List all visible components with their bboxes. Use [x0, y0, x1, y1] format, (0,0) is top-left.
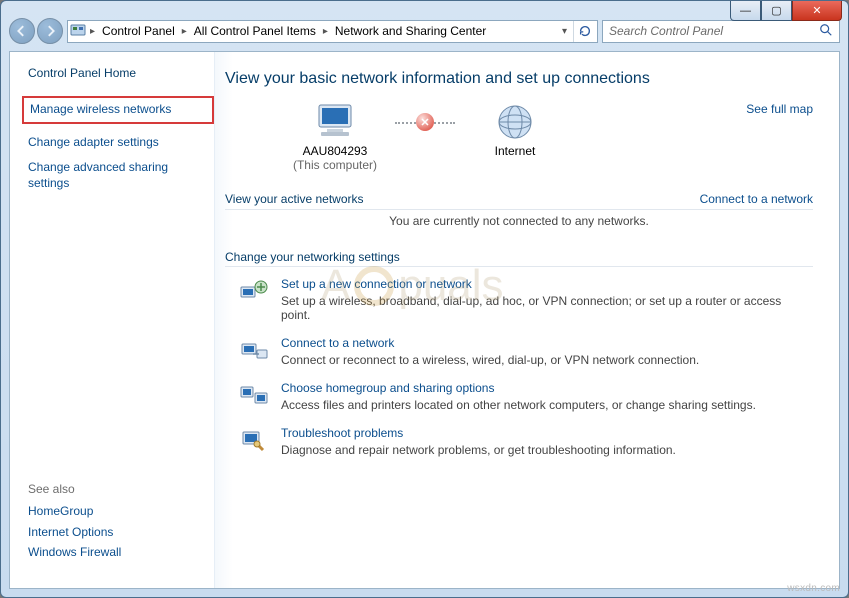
- maximize-button[interactable]: ▢: [761, 1, 792, 21]
- change-networking-header: Change your networking settings: [225, 250, 813, 267]
- search-icon[interactable]: [819, 23, 833, 40]
- connection-path: ✕: [395, 102, 455, 142]
- source-watermark: wsxdn.com: [787, 583, 840, 594]
- content-pane: ? Control Panel Home Manage wireless net…: [9, 51, 840, 589]
- see-also-header: See also: [28, 482, 208, 496]
- forward-arrow-icon: [44, 25, 56, 37]
- setup-connection-link[interactable]: Set up a new connection or network: [281, 277, 813, 291]
- troubleshoot-option[interactable]: Troubleshoot problems Diagnose and repai…: [239, 426, 813, 457]
- computer-icon: [312, 102, 358, 142]
- chevron-icon[interactable]: ▸: [180, 26, 189, 37]
- refresh-button[interactable]: [573, 21, 595, 42]
- search-placeholder: Search Control Panel: [609, 24, 723, 38]
- active-networks-header: View your active networks: [225, 192, 364, 206]
- address-bar-dropdown[interactable]: ▾: [562, 26, 571, 37]
- not-connected-message: You are currently not connected to any n…: [225, 214, 813, 228]
- windows-firewall-link[interactable]: Windows Firewall: [28, 545, 188, 561]
- internet-label: Internet: [495, 144, 536, 158]
- breadcrumb-all-items[interactable]: All Control Panel Items: [191, 24, 319, 38]
- back-arrow-icon: [16, 25, 28, 37]
- this-computer-node[interactable]: AAU804293 (This computer): [275, 102, 395, 172]
- setup-connection-option[interactable]: Set up a new connection or network Set u…: [239, 277, 813, 322]
- globe-icon: [492, 102, 538, 142]
- breadcrumb-control-panel[interactable]: Control Panel: [99, 24, 178, 38]
- active-networks-row: View your active networks Connect to a n…: [225, 192, 813, 210]
- homegroup-icon: [239, 381, 269, 411]
- internet-node[interactable]: Internet: [455, 102, 575, 158]
- chevron-icon[interactable]: ▸: [88, 26, 97, 37]
- breadcrumb-network-sharing[interactable]: Network and Sharing Center: [332, 24, 489, 38]
- address-bar-row: ▸ Control Panel ▸ All Control Panel Item…: [9, 15, 840, 47]
- refresh-icon: [578, 24, 592, 38]
- page-title: View your basic network information and …: [225, 70, 813, 88]
- forward-button[interactable]: [37, 18, 63, 44]
- window-controls: — ▢ ✕: [730, 1, 842, 21]
- control-panel-icon: [70, 23, 86, 39]
- chevron-icon[interactable]: ▸: [321, 26, 330, 37]
- connect-network-icon: [239, 336, 269, 366]
- homegroup-option-link[interactable]: Choose homegroup and sharing options: [281, 381, 813, 395]
- setup-connection-desc: Set up a wireless, broadband, dial-up, a…: [281, 294, 813, 322]
- main-pane: View your basic network information and …: [214, 52, 839, 588]
- change-advanced-sharing-link[interactable]: Change advanced sharing settings: [28, 160, 188, 191]
- search-input[interactable]: Search Control Panel: [602, 20, 840, 43]
- this-computer-sublabel: (This computer): [293, 158, 377, 172]
- setup-connection-icon: [239, 277, 269, 307]
- sidebar: Control Panel Home Manage wireless netwo…: [10, 52, 214, 588]
- internet-options-link[interactable]: Internet Options: [28, 525, 188, 541]
- close-button[interactable]: ✕: [792, 1, 842, 21]
- homegroup-option-desc: Access files and printers located on oth…: [281, 398, 813, 412]
- window-frame: — ▢ ✕ ▸ Control Panel ▸ All Control Pane…: [0, 0, 849, 598]
- back-button[interactable]: [9, 18, 35, 44]
- manage-wireless-link[interactable]: Manage wireless networks: [30, 102, 190, 118]
- see-also-section: See also HomeGroup Internet Options Wind…: [28, 482, 208, 566]
- troubleshoot-icon: [239, 426, 269, 456]
- network-map: AAU804293 (This computer) ✕ Internet: [275, 102, 813, 172]
- address-bar[interactable]: ▸ Control Panel ▸ All Control Panel Item…: [67, 20, 598, 43]
- homegroup-link[interactable]: HomeGroup: [28, 504, 188, 520]
- connect-to-network-link[interactable]: Connect to a network: [700, 192, 813, 206]
- connect-network-option[interactable]: Connect to a network Connect or reconnec…: [239, 336, 813, 367]
- troubleshoot-link[interactable]: Troubleshoot problems: [281, 426, 813, 440]
- control-panel-home-link[interactable]: Control Panel Home: [28, 66, 208, 80]
- highlight-annotation: Manage wireless networks: [22, 96, 214, 124]
- computer-name-label: AAU804293: [303, 144, 368, 158]
- nav-buttons: [9, 18, 63, 44]
- homegroup-option[interactable]: Choose homegroup and sharing options Acc…: [239, 381, 813, 412]
- titlebar[interactable]: [1, 1, 848, 11]
- connect-network-link[interactable]: Connect to a network: [281, 336, 813, 350]
- change-adapter-link[interactable]: Change adapter settings: [28, 135, 188, 151]
- minimize-button[interactable]: —: [730, 1, 761, 21]
- connect-network-desc: Connect or reconnect to a wireless, wire…: [281, 353, 813, 367]
- disconnected-icon: ✕: [416, 113, 434, 131]
- troubleshoot-desc: Diagnose and repair network problems, or…: [281, 443, 813, 457]
